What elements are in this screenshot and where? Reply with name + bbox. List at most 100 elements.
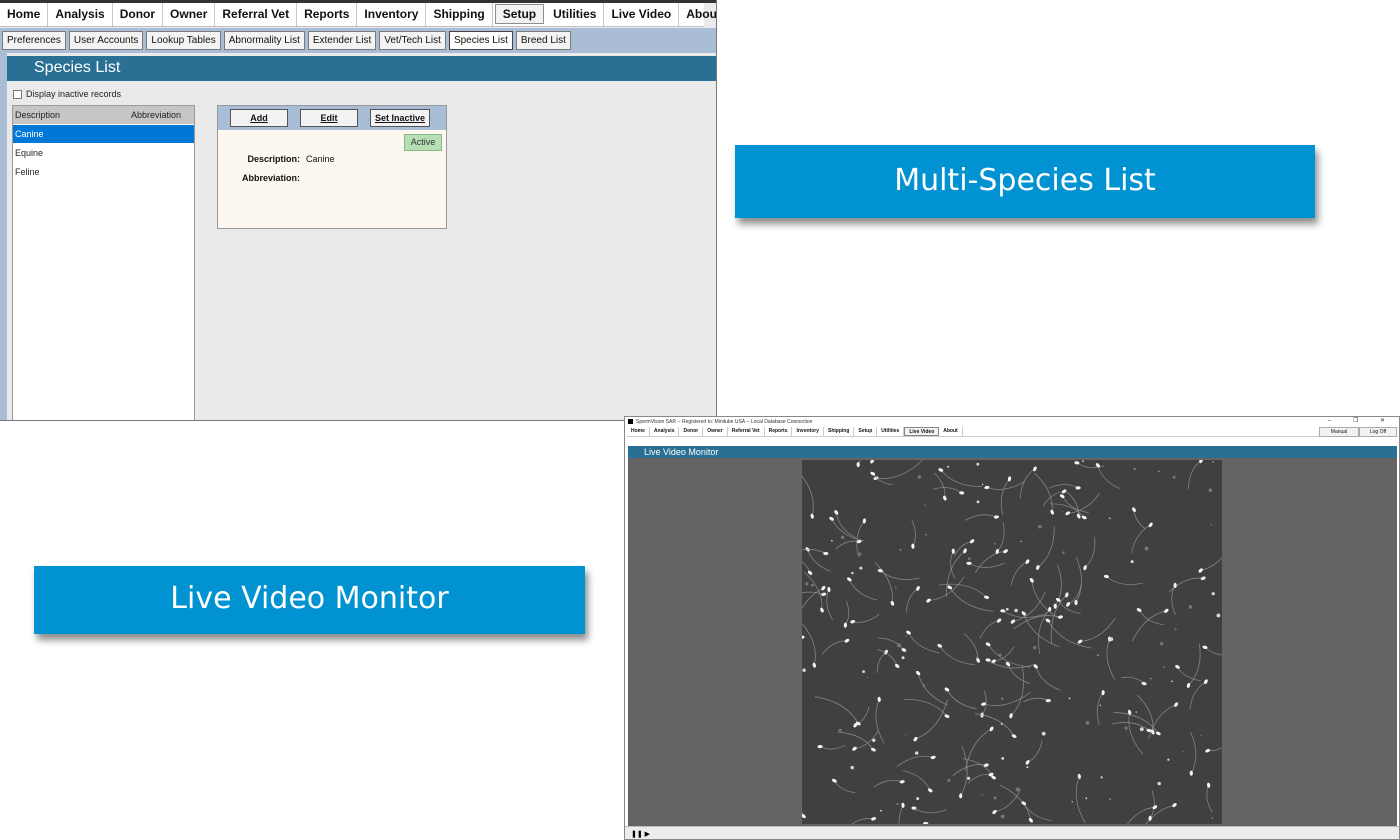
menu-item-analysis[interactable]: Analysis — [650, 427, 680, 436]
menu-item-inventory[interactable]: Inventory — [357, 3, 427, 26]
debris-dot — [916, 797, 920, 801]
tab-extender-list[interactable]: Extender List — [307, 31, 377, 50]
cell-tail — [974, 713, 1015, 737]
menu-item-home[interactable]: Home — [0, 3, 49, 26]
cell-head — [1175, 664, 1180, 669]
log-off-button[interactable]: Log Off — [1359, 427, 1397, 437]
list-item[interactable]: Canine — [13, 125, 194, 143]
menu-item-owner[interactable]: Owner — [163, 3, 216, 26]
cell-head — [870, 471, 876, 476]
menu-item-reports[interactable]: Reports — [765, 427, 793, 436]
cell-tail — [939, 645, 976, 666]
cell-tail — [950, 551, 955, 579]
cell-head — [1025, 559, 1030, 564]
menu-item-live-video[interactable]: Live Video — [604, 3, 680, 26]
window-controls[interactable]: – ❐ ✕ — [1328, 417, 1395, 424]
cell-head — [985, 642, 991, 647]
live-video-screenshot: SpermVision SAR -- Registered to: Minitu… — [624, 416, 1400, 840]
menu-item-shipping[interactable]: Shipping — [426, 3, 493, 26]
add-button[interactable]: Add — [230, 109, 288, 127]
cell-head — [923, 821, 929, 824]
cell-tail — [821, 640, 848, 655]
debris-dot — [1062, 551, 1065, 554]
list-item[interactable]: Feline — [13, 163, 194, 181]
species-detail-panel: Add Edit Set Inactive Active Description… — [217, 105, 447, 229]
debris-dot — [1026, 766, 1029, 769]
display-inactive-checkbox[interactable] — [13, 89, 22, 99]
debris-dot — [859, 566, 863, 570]
cell-head — [1148, 522, 1153, 528]
cell-head — [901, 648, 907, 652]
debris-dot — [1109, 798, 1111, 800]
menu-item-shipping[interactable]: Shipping — [824, 427, 855, 436]
cell-head — [976, 657, 980, 663]
species-listbox[interactable]: Description Abbreviation Canine Equine Fel… — [12, 105, 195, 420]
main-menu: Home Analysis Donor Owner Referral Vet Report… — [627, 427, 1397, 437]
manual-button[interactable]: Manual — [1319, 427, 1359, 437]
menu-item-setup[interactable]: Setup — [854, 427, 878, 436]
cell-tail — [1037, 526, 1055, 568]
menu-item-donor[interactable]: Donor — [113, 3, 164, 26]
display-inactive-row[interactable]: Display inactive records — [13, 89, 121, 99]
menu-item-donor[interactable]: Donor — [679, 427, 704, 436]
debris-dot — [1100, 776, 1103, 779]
debris-dot — [1015, 787, 1020, 792]
cell-tail — [802, 811, 804, 817]
list-item[interactable]: Equine — [13, 144, 194, 162]
cell-head — [915, 670, 921, 676]
tab-vet-tech-list[interactable]: Vet/Tech List — [379, 31, 446, 50]
page-title: Species List — [34, 59, 121, 76]
debris-dot — [1182, 750, 1184, 753]
column-header-description[interactable]: Description — [13, 106, 131, 124]
debris-dot — [1211, 592, 1215, 596]
menu-item-analysis[interactable]: Analysis — [48, 3, 113, 26]
debris-dot — [862, 670, 865, 673]
debris-dot — [1097, 654, 1099, 656]
cell-head — [1074, 599, 1078, 606]
menu-item-reports[interactable]: Reports — [297, 3, 358, 26]
cell-head — [844, 638, 850, 643]
edit-button[interactable]: Edit — [300, 109, 358, 127]
cell-tail — [954, 540, 973, 557]
set-inactive-button[interactable]: Set Inactive — [370, 109, 430, 127]
menu-item-referral-vet[interactable]: Referral Vet — [215, 3, 298, 26]
debris-dot — [1124, 726, 1128, 730]
menu-item-about[interactable]: About — [679, 3, 716, 26]
cell-tail — [1204, 646, 1222, 656]
menu-item-owner[interactable]: Owner — [703, 427, 728, 436]
abbreviation-field: Abbreviation: — [218, 173, 306, 183]
debris-dot — [1099, 704, 1102, 706]
debris-dot — [1212, 461, 1214, 463]
menu-item-about[interactable]: About — [939, 427, 963, 436]
cell-tail — [1097, 465, 1120, 489]
page-title: Live Video Monitor — [644, 447, 719, 457]
tab-breed-list[interactable]: Breed List — [515, 31, 571, 50]
menu-item-inventory[interactable]: Inventory — [792, 427, 824, 436]
cell-tail — [1171, 585, 1176, 615]
menu-item-setup[interactable]: Setup — [494, 4, 545, 24]
play-pause-control[interactable]: ❚❚ ▶ — [631, 830, 650, 838]
tab-abnormality-list[interactable]: Abnormality List — [223, 31, 305, 50]
debris-dot — [905, 733, 907, 736]
cell-head — [1066, 601, 1071, 607]
tab-user-accounts[interactable]: User Accounts — [68, 31, 144, 50]
cell-head — [847, 577, 852, 582]
cell-tail — [1023, 697, 1049, 703]
cell-tail — [834, 780, 856, 794]
debris-dot — [915, 751, 919, 755]
column-header-abbreviation[interactable]: Abbreviation — [131, 106, 181, 124]
menu-item-home[interactable]: Home — [627, 427, 650, 436]
debris-dot — [897, 643, 902, 648]
cell-tail — [848, 579, 877, 601]
tab-preferences[interactable]: Preferences — [2, 31, 66, 50]
cell-tail — [940, 469, 982, 487]
tab-lookup-tables[interactable]: Lookup Tables — [146, 31, 221, 50]
cell-head — [870, 460, 875, 464]
debris-dot — [993, 542, 996, 545]
menu-item-utilities[interactable]: Utilities — [877, 427, 905, 436]
menu-item-utilities[interactable]: Utilities — [546, 3, 605, 26]
menu-item-referral-vet[interactable]: Referral Vet — [728, 427, 765, 436]
menu-item-live-video[interactable]: Live Video — [904, 427, 940, 436]
tab-species-list[interactable]: Species List — [448, 31, 513, 50]
cell-tail — [1206, 785, 1213, 813]
